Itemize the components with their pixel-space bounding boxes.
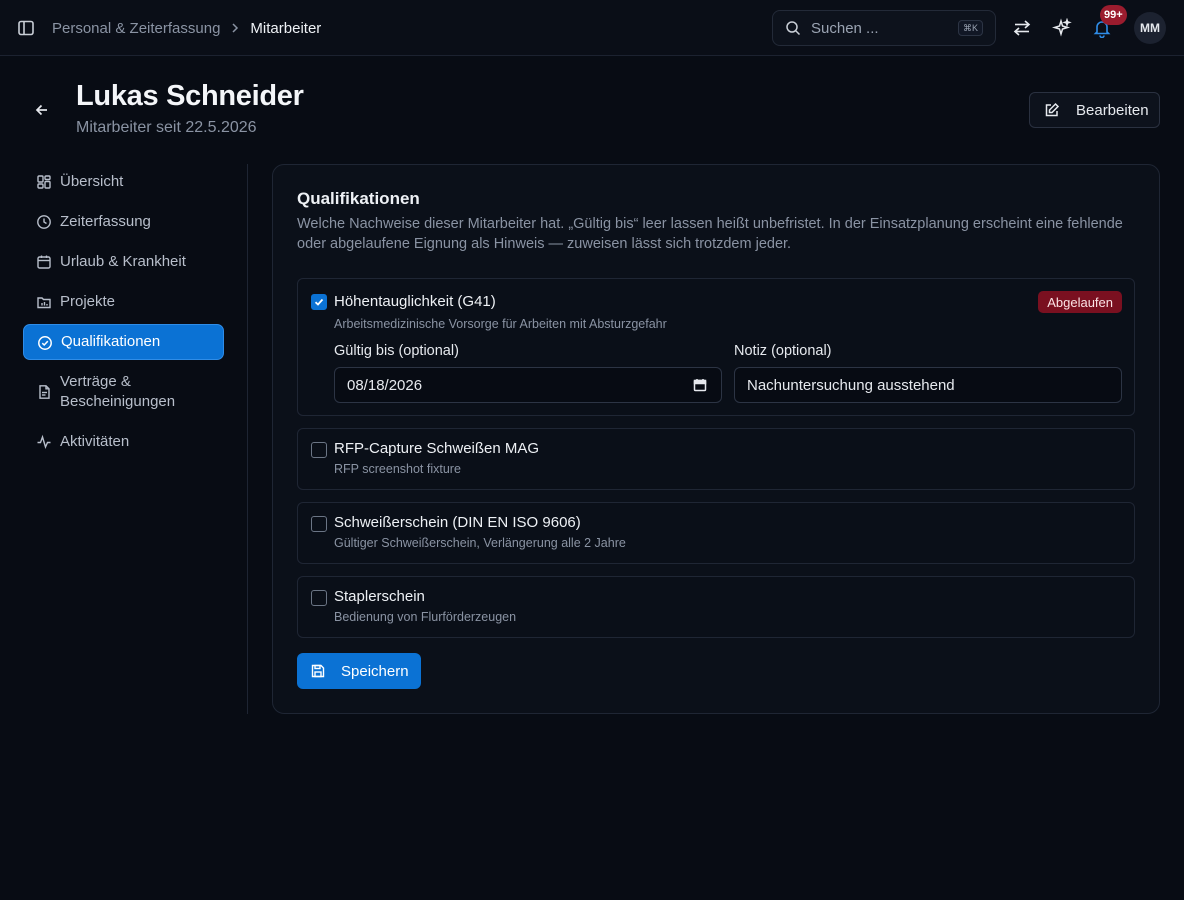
card-title: Qualifikationen [297,189,420,208]
side-navigation: Übersicht Zeiterfassung Urlaub & Krankhe… [23,164,224,464]
breadcrumb-current: Mitarbeiter [250,19,322,37]
note-label: Notiz (optional) [734,343,832,359]
sidebar-item-label: Aktivitäten [60,433,130,450]
notification-badge: 99+ [1100,5,1127,25]
qualification-description: Arbeitsmedizinische Vorsorge für Arbeite… [334,317,667,331]
activity-icon [36,434,52,450]
search-shortcut-hint: ⌘K [957,20,983,36]
sidebar-item-qualifikationen[interactable]: Qualifikationen [23,324,224,360]
qualification-checkbox[interactable] [311,442,327,458]
qualification-name: Schweißerschein (DIN EN ISO 9606) [334,514,581,531]
search-input[interactable]: Suchen ... ⌘K [772,10,996,46]
qualification-description: Bedienung von Flurförderzeugen [334,610,517,624]
sidebar-item-urlaub-krankheit[interactable]: Urlaub & Krankheit [23,244,224,280]
qualification-checkbox[interactable] [311,294,327,310]
sidebar-item-projekte[interactable]: Projekte [23,284,224,320]
sidebar-item-label: Projekte [60,293,116,310]
sidebar-toggle-icon[interactable] [16,18,36,38]
vertical-divider [247,164,248,714]
calendar-picker-icon[interactable] [693,378,707,392]
page-subtitle: Mitarbeiter seit 22.5.2026 [76,119,257,136]
sidebar-item-zeiterfassung[interactable]: Zeiterfassung [23,204,224,240]
sparkles-icon[interactable] [1050,16,1074,40]
sidebar-item-label: Übersicht [60,173,124,190]
note-field[interactable]: Nachuntersuchung ausstehend [734,367,1122,403]
valid-until-value: 08/18/2026 [347,376,423,394]
page-title: Lukas Schneider [76,80,304,112]
clock-icon [36,214,52,230]
sidebar-item-label: Urlaub & Krankheit [60,253,186,270]
folder-icon [36,294,52,310]
check-circle-icon [37,335,53,351]
qualification-item: Schweißerschein (DIN EN ISO 9606) Gültig… [297,502,1135,564]
sidebar-item-label: Verträge & Bescheinigungen [60,373,176,410]
breadcrumb-parent-link[interactable]: Personal & Zeiterfassung [52,20,220,37]
chevron-right-icon [230,22,240,34]
search-placeholder: Suchen ... [811,19,879,37]
sidebar-item-vertraege-bescheinigungen[interactable]: Verträge & Bescheinigungen [23,364,224,420]
sidebar-item-uebersicht[interactable]: Übersicht [23,164,224,200]
qualification-item: Staplerschein Bedienung von Flurförderze… [297,576,1135,638]
status-badge: Abgelaufen [1038,291,1122,313]
breadcrumb: Personal & Zeiterfassung Mitarbeiter [52,18,321,38]
avatar[interactable]: MM [1134,12,1166,44]
search-icon [785,20,801,36]
card-description: Welche Nachweise dieser Mitarbeiter hat.… [297,216,1123,252]
qualification-name: Staplerschein [334,588,425,605]
arrow-left-icon[interactable] [32,100,52,120]
dashboard-icon [36,174,52,190]
qualification-item: RFP-Capture Schweißen MAG RFP screenshot… [297,428,1135,490]
qualification-description: RFP screenshot fixture [334,462,461,476]
sidebar-item-label: Qualifikationen [61,333,161,350]
top-bar: Personal & Zeiterfassung Mitarbeiter Suc… [0,0,1184,56]
save-button-label: Speichern [341,662,409,680]
edit-button-label: Bearbeiten [1076,101,1149,119]
valid-until-label: Gültig bis (optional) [334,343,459,359]
qualification-item: Höhentauglichkeit (G41) Arbeitsmedizinis… [297,278,1135,416]
qualification-name: Höhentauglichkeit (G41) [334,293,496,310]
calendar-icon [36,254,52,270]
valid-until-date-field[interactable]: 08/18/2026 [334,367,722,403]
switch-arrows-icon[interactable] [1010,16,1034,40]
document-icon [36,384,52,400]
checkmark-icon [314,298,324,306]
sidebar-item-aktivitaeten[interactable]: Aktivitäten [23,424,224,460]
save-icon [310,663,326,679]
note-value: Nachuntersuchung ausstehend [747,376,955,394]
save-button[interactable]: Speichern [297,653,421,689]
sidebar-item-label: Zeiterfassung [60,213,151,230]
qualification-checkbox[interactable] [311,516,327,532]
qualification-name: RFP-Capture Schweißen MAG [334,440,540,457]
edit-button[interactable]: Bearbeiten [1029,92,1160,128]
qualification-description: Gültiger Schweißerschein, Verlängerung a… [334,536,626,550]
edit-icon [1044,102,1060,118]
qualifications-card: Qualifikationen Welche Nachweise dieser … [272,164,1160,714]
qualification-checkbox[interactable] [311,590,327,606]
